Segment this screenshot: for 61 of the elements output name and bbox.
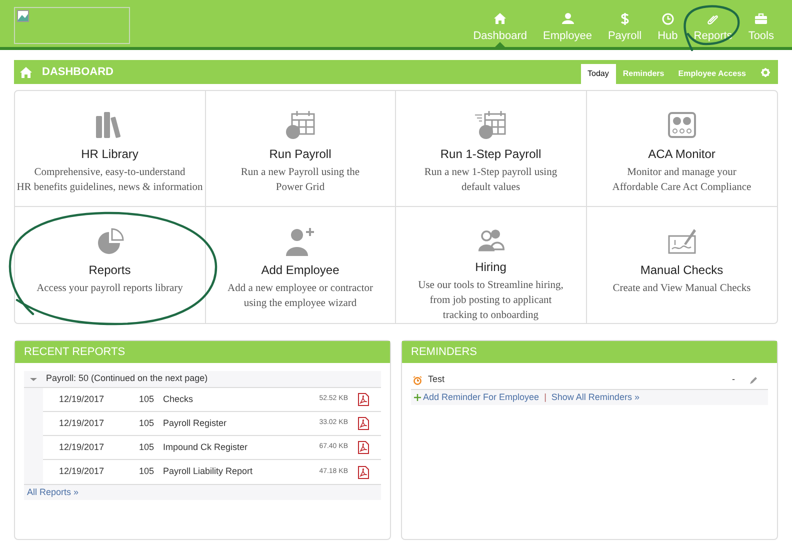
report-name: Impound Ck Register xyxy=(163,440,249,454)
report-date: 12/19/2017 xyxy=(59,440,106,454)
report-date: 12/19/2017 xyxy=(59,465,106,478)
tile-description: Run a new 1-Step payroll using default values xyxy=(424,166,558,195)
report-name: Checks xyxy=(163,392,194,406)
tile-description: Monitor and manage your Affordable Care Act Compliance xyxy=(612,166,752,195)
pdf-file-icon[interactable] xyxy=(358,466,369,478)
all-reports-link[interactable]: All Reports » xyxy=(27,486,79,500)
group-label: Payroll: 50 (Continued on the next page) xyxy=(46,372,208,386)
link-separator: | xyxy=(544,390,546,404)
caret-icon[interactable] xyxy=(30,376,37,382)
report-number: 105 xyxy=(139,416,156,430)
reminder-value: - xyxy=(732,373,735,386)
panel-title: RECENT REPORTS xyxy=(24,344,126,360)
check-pen-icon[interactable] xyxy=(666,226,698,256)
dashboard-tab[interactable]: Today xyxy=(580,64,616,84)
briefcase-icon xyxy=(755,13,768,25)
home-icon xyxy=(20,66,32,78)
pdf-file-icon[interactable] xyxy=(358,393,369,406)
edit-pencil-icon[interactable] xyxy=(749,376,758,384)
alarm-clock-icon xyxy=(413,376,422,384)
tile-description: Access your payroll reports library xyxy=(36,282,183,296)
add-person-icon[interactable] xyxy=(284,226,316,256)
tile-title[interactable]: Run 1-Step Payroll xyxy=(440,145,542,163)
add-reminder-link[interactable]: Add Reminder For Employee xyxy=(423,390,540,404)
report-number: 105 xyxy=(139,440,156,454)
dashboard-title: DASHBOARD xyxy=(42,64,114,80)
panel-title: REMINDERS xyxy=(411,344,478,360)
pdf-file-icon[interactable] xyxy=(358,417,369,430)
tile-title[interactable]: Hiring xyxy=(475,258,506,276)
report-number: 105 xyxy=(139,392,156,406)
report-date: 12/19/2017 xyxy=(59,392,106,406)
reminder-label[interactable]: Test xyxy=(428,373,445,387)
calendar-coin-icon[interactable] xyxy=(474,110,507,140)
clock-icon xyxy=(662,13,674,25)
tile-description: Use our tools to Streamline hiring, from job posting to applicant tracking to onboarding xyxy=(418,279,564,323)
person-icon xyxy=(562,13,574,25)
tile-title[interactable]: Run Payroll xyxy=(269,145,332,163)
broken-image-icon xyxy=(17,10,29,22)
tile-title[interactable]: Manual Checks xyxy=(640,261,724,279)
home-icon xyxy=(494,13,506,25)
report-date: 12/19/2017 xyxy=(59,416,106,430)
report-name: Payroll Register xyxy=(163,416,228,430)
settings-icon[interactable] xyxy=(761,68,770,76)
paperclip-icon xyxy=(707,13,720,25)
tile-title[interactable]: HR Library xyxy=(81,145,138,163)
tile-title[interactable]: Reports xyxy=(88,261,131,279)
show-all-reminders-link[interactable]: Show All Reminders » xyxy=(551,390,640,404)
tile-description: Run a new Payroll using the Power Grid xyxy=(240,166,360,195)
tile-description: Comprehensive, easy-to-understand HR benefits guidelines, news & information xyxy=(16,166,203,195)
tile-title[interactable]: Add Employee xyxy=(261,261,340,279)
tile-description: Create and View Manual Checks xyxy=(612,282,751,296)
pdf-file-icon[interactable] xyxy=(358,441,369,454)
calendar-coin-icon[interactable] xyxy=(284,110,316,140)
report-number: 105 xyxy=(139,465,156,478)
gauges-icon[interactable] xyxy=(666,110,698,140)
plus-icon xyxy=(414,394,421,401)
tile-title[interactable]: ACA Monitor xyxy=(648,145,716,163)
tile-description: Add a new employee or contractor using the employee wizard xyxy=(228,282,373,311)
report-name: Payroll Liability Report xyxy=(163,465,254,478)
dollar-icon xyxy=(618,13,631,25)
